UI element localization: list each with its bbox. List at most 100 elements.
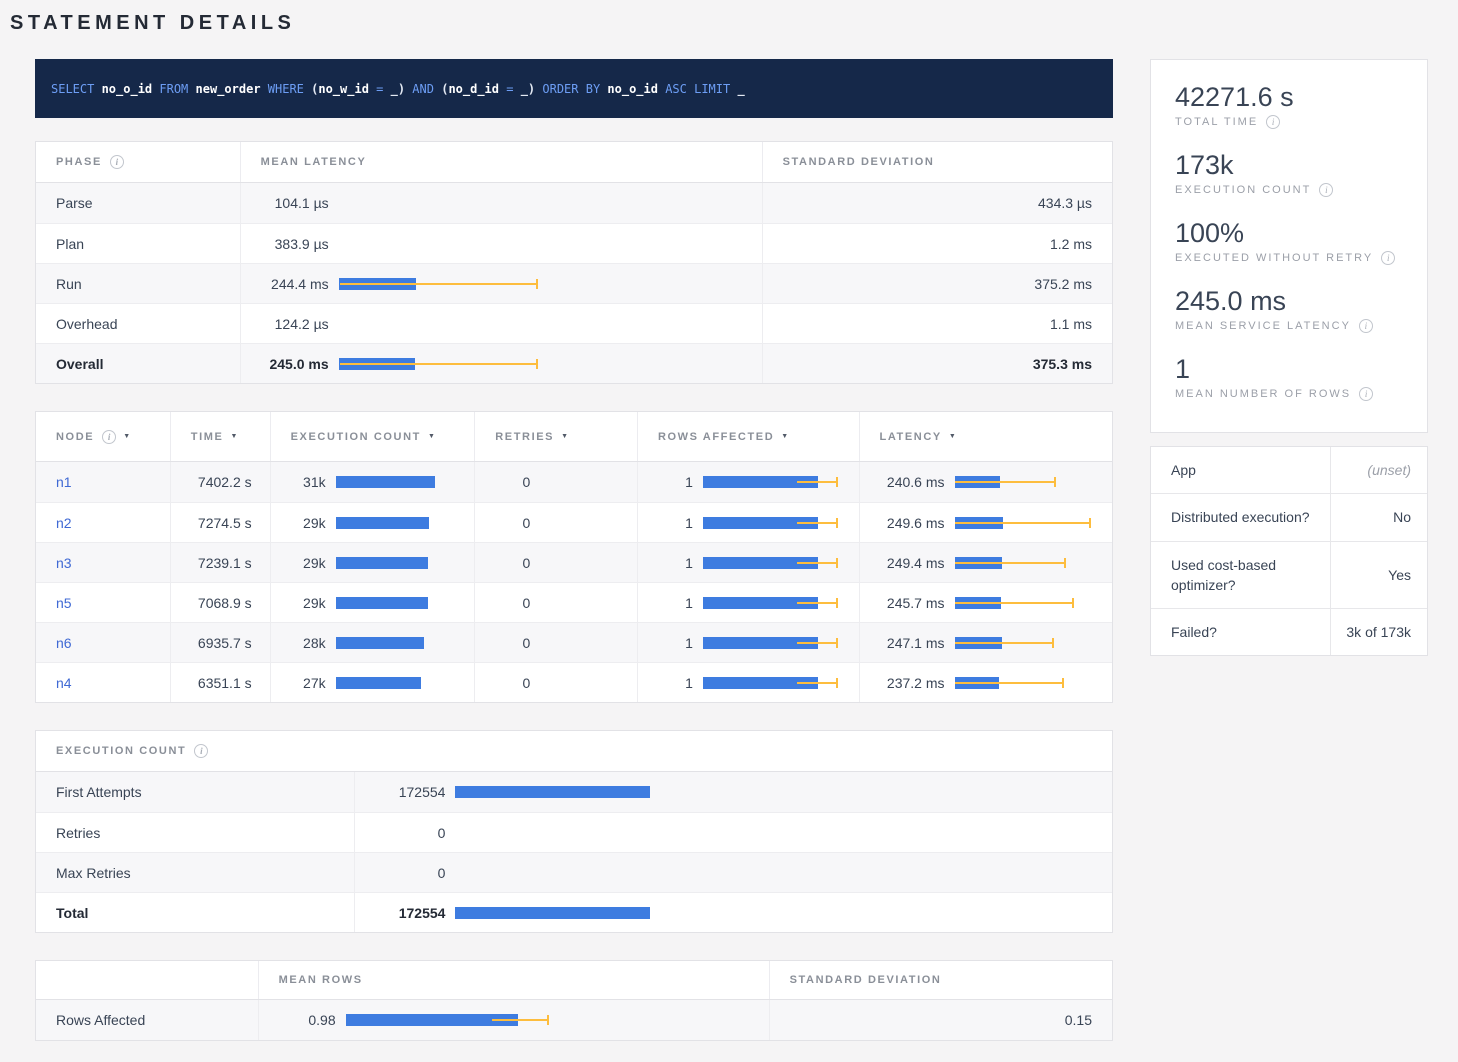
count-bar — [455, 901, 1112, 925]
stat-value: 1 — [1175, 354, 1403, 384]
time-column-header[interactable]: TIME — [171, 412, 271, 461]
execution-count-value: 29k — [271, 555, 326, 571]
sql-token: ( — [441, 82, 448, 96]
stat-value: 173k — [1175, 150, 1403, 180]
node-link[interactable]: n2 — [56, 515, 72, 531]
sql-token: _) — [391, 82, 405, 96]
section-title: EXECUTION COUNT — [56, 745, 186, 757]
sql-token: = — [499, 82, 521, 96]
detail-value: (unset) — [1331, 447, 1427, 493]
mean-bar — [336, 557, 428, 569]
rows-affected-bar — [703, 671, 859, 695]
mean-bar — [336, 476, 435, 488]
mean-bar — [336, 597, 428, 609]
latency-bar-chart — [339, 232, 762, 256]
detail-row-distributed-execution: Distributed execution? No — [1151, 493, 1427, 540]
node-link[interactable]: n5 — [56, 595, 72, 611]
info-icon[interactable] — [1266, 115, 1280, 129]
std-dev-line — [492, 1019, 548, 1021]
detail-row-failed: Failed? 3k of 173k — [1151, 608, 1427, 655]
execution-count-bar — [336, 591, 475, 615]
page-title: STATEMENT DETAILS — [10, 12, 1458, 35]
sort-desc-icon[interactable] — [123, 431, 132, 443]
retries-value: 0 — [475, 515, 530, 531]
info-icon[interactable] — [1359, 387, 1373, 401]
node-link[interactable]: n6 — [56, 635, 72, 651]
column-label: LATENCY — [880, 431, 942, 443]
row-label: First Attempts — [36, 772, 355, 812]
node-stats-table: NODE TIME EXECUTION COUNT RETRIES — [35, 411, 1113, 703]
execution-count-value: 27k — [271, 675, 326, 691]
retries-column-header[interactable]: RETRIES — [475, 412, 638, 461]
retries-value: 0 — [475, 675, 530, 691]
std-dev-value: 0.15 — [770, 1000, 1112, 1040]
info-icon[interactable] — [102, 430, 116, 444]
node-link[interactable]: n4 — [56, 675, 72, 691]
column-label: TIME — [191, 431, 224, 443]
time-value: 7402.2 s — [171, 462, 271, 502]
std-dev-value: 375.2 ms — [763, 264, 1112, 303]
latency-bar — [955, 511, 1113, 535]
sort-desc-icon[interactable] — [949, 431, 958, 443]
info-icon[interactable] — [1359, 319, 1373, 333]
phase-label: Parse — [36, 183, 241, 223]
column-label: PHASE — [56, 156, 102, 168]
execution-count-value: 29k — [271, 515, 326, 531]
detail-row-cost-based-optimizer: Used cost-based optimizer? Yes — [1151, 541, 1427, 609]
info-icon[interactable] — [1381, 251, 1395, 265]
node-link[interactable]: n1 — [56, 474, 72, 490]
stat-label: MEAN SERVICE LATENCY — [1175, 320, 1351, 332]
stat-value: 245.0 ms — [1175, 286, 1403, 316]
node-link[interactable]: n3 — [56, 555, 72, 571]
column-label: STANDARD DEVIATION — [783, 156, 935, 168]
mean-rows-value: 0.98 — [259, 1012, 336, 1028]
rows-affected-column-header[interactable]: ROWS AFFECTED — [638, 412, 860, 461]
latency-value: 249.6 ms — [860, 515, 945, 531]
row-label: Max Retries — [36, 853, 355, 892]
latency-value: 240.6 ms — [860, 474, 945, 490]
table-row: Retries 0 — [36, 812, 1112, 852]
sort-desc-icon[interactable] — [428, 431, 437, 443]
sort-desc-icon[interactable] — [230, 431, 239, 443]
latency-column-header[interactable]: LATENCY — [860, 412, 1113, 461]
latency-bar — [955, 551, 1113, 575]
table-row: Run 244.4 ms 375.2 ms — [36, 263, 1112, 303]
detail-label: App — [1151, 447, 1331, 493]
latency-value: 237.2 ms — [860, 675, 945, 691]
phase-label: Overhead — [36, 304, 241, 343]
time-value: 7274.5 s — [171, 503, 271, 542]
detail-label: Distributed execution? — [1151, 494, 1331, 540]
node-column-header[interactable]: NODE — [36, 412, 171, 461]
info-icon[interactable] — [110, 155, 124, 169]
std-dev-line — [955, 481, 1055, 483]
info-icon[interactable] — [1319, 183, 1333, 197]
sql-token: FROM — [152, 82, 195, 96]
stat-value: 100% — [1175, 218, 1403, 248]
stat-label: TOTAL TIME — [1175, 116, 1258, 128]
execution-count-value: 28k — [271, 635, 326, 651]
rows-affected-table: MEAN ROWS STANDARD DEVIATION Rows Affect… — [35, 960, 1113, 1041]
mean-latency-value: 383.9 µs — [241, 236, 329, 252]
std-dev-value: 434.3 µs — [763, 183, 1112, 223]
sort-desc-icon[interactable] — [781, 431, 790, 443]
mean-rows-bar — [346, 1008, 769, 1032]
sql-token: ORDER BY — [535, 82, 607, 96]
std-dev-column-header: STANDARD DEVIATION — [763, 142, 1112, 182]
sql-token: no_o_id — [607, 82, 658, 96]
time-value: 6351.1 s — [171, 663, 271, 702]
count-bar — [455, 861, 1112, 885]
phase-table: PHASE MEAN LATENCY STANDARD DEVIATION Pa… — [35, 141, 1113, 384]
statement-details-card: App (unset) Distributed execution? No Us… — [1150, 446, 1428, 656]
time-value: 6935.7 s — [171, 623, 271, 662]
sort-desc-icon[interactable] — [561, 431, 570, 443]
mean-latency-value: 245.0 ms — [241, 356, 329, 372]
rows-affected-value: 1 — [638, 555, 693, 571]
sql-token: new_order — [196, 82, 261, 96]
latency-bar-chart — [339, 272, 762, 296]
execution-count-title: EXECUTION COUNT — [36, 731, 208, 771]
info-icon[interactable] — [194, 744, 208, 758]
execution-count-column-header[interactable]: EXECUTION COUNT — [271, 412, 476, 461]
execution-count-bar — [336, 470, 475, 494]
column-label: EXECUTION COUNT — [291, 431, 421, 443]
stat-value: 42271.6 s — [1175, 82, 1403, 112]
